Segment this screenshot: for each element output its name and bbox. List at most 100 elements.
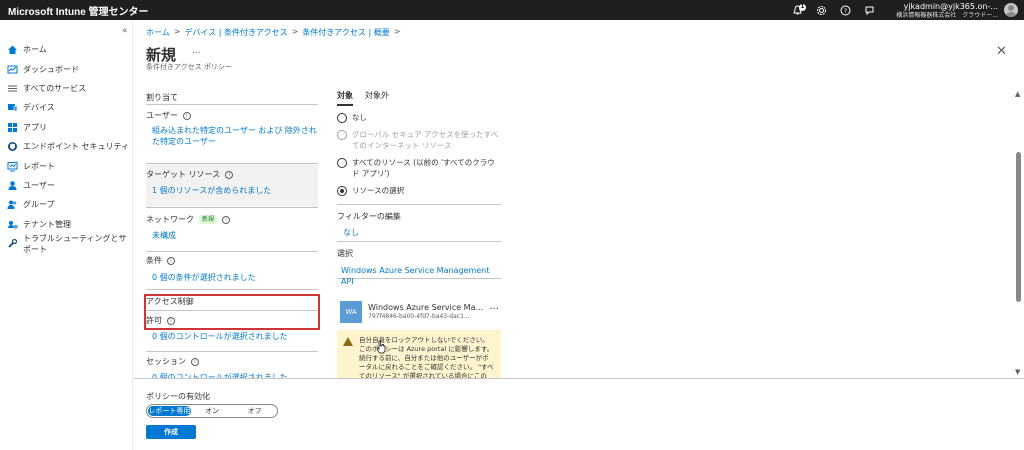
sidebar-item-endpoint-security[interactable]: エンドポイント セキュリティ	[0, 137, 133, 156]
sidebar-item-tenant-admin[interactable]: テナント管理	[0, 215, 133, 234]
sidebar-item-users[interactable]: ユーザー	[0, 176, 133, 195]
page-subtitle: 条件付きアクセス ポリシー	[146, 63, 232, 71]
notification-badge: 1	[799, 4, 806, 11]
sidebar-item-reports[interactable]: レポート	[0, 156, 133, 175]
sidebar-item-label: ホーム	[23, 45, 47, 55]
tab-exclude[interactable]: 対象外	[365, 90, 389, 106]
scrollbar[interactable]: ▲ ▼	[1014, 90, 1023, 380]
option-none[interactable]: なし	[337, 112, 501, 123]
target-resources-value-link[interactable]: 1 個のリソースが含められました	[146, 185, 318, 196]
shield-icon	[7, 141, 18, 152]
option-select-resources[interactable]: リソースの選択	[337, 185, 501, 196]
users-section: ユーザー i 組み込まれた特定のユーザー および 除外された特定のユーザー	[146, 105, 318, 163]
info-icon[interactable]: i	[182, 111, 191, 120]
assignments-heading: 割り当て	[146, 93, 178, 102]
sidebar-item-label: すべてのサービス	[23, 83, 87, 93]
close-icon[interactable]: ✕	[996, 44, 1007, 59]
assignments-column: 割り当て ユーザー i 組み込まれた特定のユーザー および 除外された特定のユー…	[146, 90, 318, 387]
users-value-link[interactable]: 組み込まれた特定のユーザー および 除外された特定のユーザー	[146, 125, 318, 147]
scroll-down-icon[interactable]: ▼	[1015, 368, 1020, 376]
sidebar-item-apps[interactable]: アプリ	[0, 118, 133, 137]
home-icon	[7, 44, 18, 55]
settings-icon[interactable]	[814, 3, 828, 17]
policy-footer: ポリシーの有効化 レポート専用 オン オフ 作成	[134, 378, 1024, 450]
lockout-warning: 自分自身をロックアウトしないでください。このポリシーは Azure portal…	[337, 330, 501, 378]
divider	[337, 278, 501, 279]
app-title[interactable]: Microsoft Intune 管理センター	[0, 3, 149, 18]
sidebar-item-home[interactable]: ホーム	[0, 40, 133, 59]
network-value-link[interactable]: 未構成	[146, 230, 318, 241]
resource-id: 797f4846-ba00-4fd7-ba43-dac1...	[368, 313, 470, 320]
avatar[interactable]	[1004, 3, 1018, 17]
toggle-on[interactable]: オン	[191, 406, 234, 416]
sidebar-item-all-services[interactable]: すべてのサービス	[0, 79, 133, 98]
more-options-icon[interactable]: ...	[192, 46, 201, 56]
radio-button[interactable]	[337, 113, 347, 123]
breadcrumb-separator: >	[173, 27, 181, 36]
info-icon[interactable]: i	[222, 215, 231, 224]
info-icon[interactable]: i	[191, 357, 199, 366]
account-info[interactable]: yjkadmin@yjk365.on-... 横浜情報機器株式会社 クラウドー.…	[896, 2, 998, 20]
wrench-icon	[7, 238, 18, 249]
filter-section: フィルターの編集 なし	[337, 205, 501, 241]
radio-button[interactable]	[337, 186, 347, 196]
create-button[interactable]: 作成	[146, 425, 196, 439]
collapse-sidebar-icon[interactable]: «	[122, 26, 128, 36]
sidebar-item-dashboard[interactable]: ダッシュボード	[0, 59, 133, 78]
account-org: 横浜情報機器株式会社 クラウドー...	[896, 12, 998, 19]
option-label: リソースの選択	[352, 186, 405, 195]
sidebar-item-label: エンドポイント セキュリティ	[23, 142, 130, 152]
sidebar-item-label: トラブルシューティングとサポート	[23, 233, 127, 254]
select-label: 選択	[337, 249, 353, 258]
sidebar-item-devices[interactable]: デバイス	[0, 98, 133, 117]
dashboard-icon	[7, 64, 18, 75]
user-icon	[7, 180, 18, 191]
help-icon[interactable]: ?	[838, 3, 852, 17]
sidebar-nav: ホーム ダッシュボード すべてのサービス デバイス アプリ エンドポイント セキ…	[0, 40, 133, 254]
select-value-link[interactable]: Windows Azure Service Management API	[337, 265, 501, 287]
notification-icon[interactable]: 1	[790, 3, 806, 17]
resource-more-icon[interactable]: ···	[489, 304, 499, 315]
select-section: 選択 Windows Azure Service Management API	[337, 242, 501, 286]
option-all-resources[interactable]: すべてのリソース (以前の 'すべてのクラウド アプリ')	[337, 157, 501, 179]
option-label: なし	[352, 113, 367, 122]
new-badge: 新規	[199, 215, 218, 224]
main-panel: ホーム > デバイス | 条件付きアクセス > 条件付きアクセス | 概要 > …	[134, 20, 1024, 450]
sidebar-item-label: アプリ	[23, 122, 47, 132]
sidebar-item-label: ユーザー	[23, 180, 55, 190]
devices-icon	[7, 102, 18, 113]
target-resources-label: ターゲット リソース	[146, 170, 221, 179]
session-label: セッション	[146, 357, 186, 366]
option-label: グローバル セキュア アクセスを使ったすべてのインターネット リソース	[352, 130, 499, 150]
info-icon[interactable]: i	[167, 256, 175, 265]
scroll-up-icon[interactable]: ▲	[1015, 90, 1020, 98]
scroll-thumb[interactable]	[1016, 152, 1021, 302]
radio-button[interactable]	[337, 158, 347, 168]
breadcrumb-home[interactable]: ホーム	[146, 27, 170, 38]
conditions-section: 条件 i 0 個の条件が選択されました	[146, 251, 318, 289]
targeting-column: 対象 対象外 なし グローバル セキュア アクセスを使ったすべてのインターネット…	[337, 90, 501, 378]
filter-value-link[interactable]: なし	[337, 227, 501, 238]
tenant-icon	[7, 219, 18, 230]
account-user: yjkadmin@yjk365.on-...	[903, 2, 998, 11]
tab-include[interactable]: 対象	[337, 90, 353, 106]
grant-value-link[interactable]: 0 個のコントロールが選択されました	[146, 331, 318, 342]
info-icon[interactable]: i	[225, 170, 234, 179]
toggle-report-only[interactable]: レポート専用	[148, 406, 191, 416]
toggle-off[interactable]: オフ	[233, 406, 276, 416]
conditions-value-link[interactable]: 0 個の条件が選択されました	[146, 272, 318, 283]
target-resources-section[interactable]: ターゲット リソース i 1 個のリソースが含められました	[146, 163, 318, 207]
app-logo: WA	[340, 301, 362, 323]
users-label: ユーザー	[146, 111, 178, 120]
sidebar-item-troubleshooting[interactable]: トラブルシューティングとサポート	[0, 233, 133, 254]
breadcrumb-ca-overview[interactable]: 条件付きアクセス | 概要	[302, 27, 389, 38]
group-icon	[7, 199, 18, 210]
conditions-label: 条件	[146, 256, 162, 265]
breadcrumb-devices-ca[interactable]: デバイス | 条件付きアクセス	[184, 27, 287, 38]
top-bar: Microsoft Intune 管理センター 1 ? yjkadmin@yjk…	[0, 0, 1024, 20]
feedback-icon[interactable]	[862, 3, 876, 17]
breadcrumb-separator: >	[291, 27, 299, 36]
highlight-box	[144, 294, 320, 330]
sidebar-item-groups[interactable]: グループ	[0, 195, 133, 214]
resource-name: Windows Azure Service Ma...	[368, 303, 484, 312]
